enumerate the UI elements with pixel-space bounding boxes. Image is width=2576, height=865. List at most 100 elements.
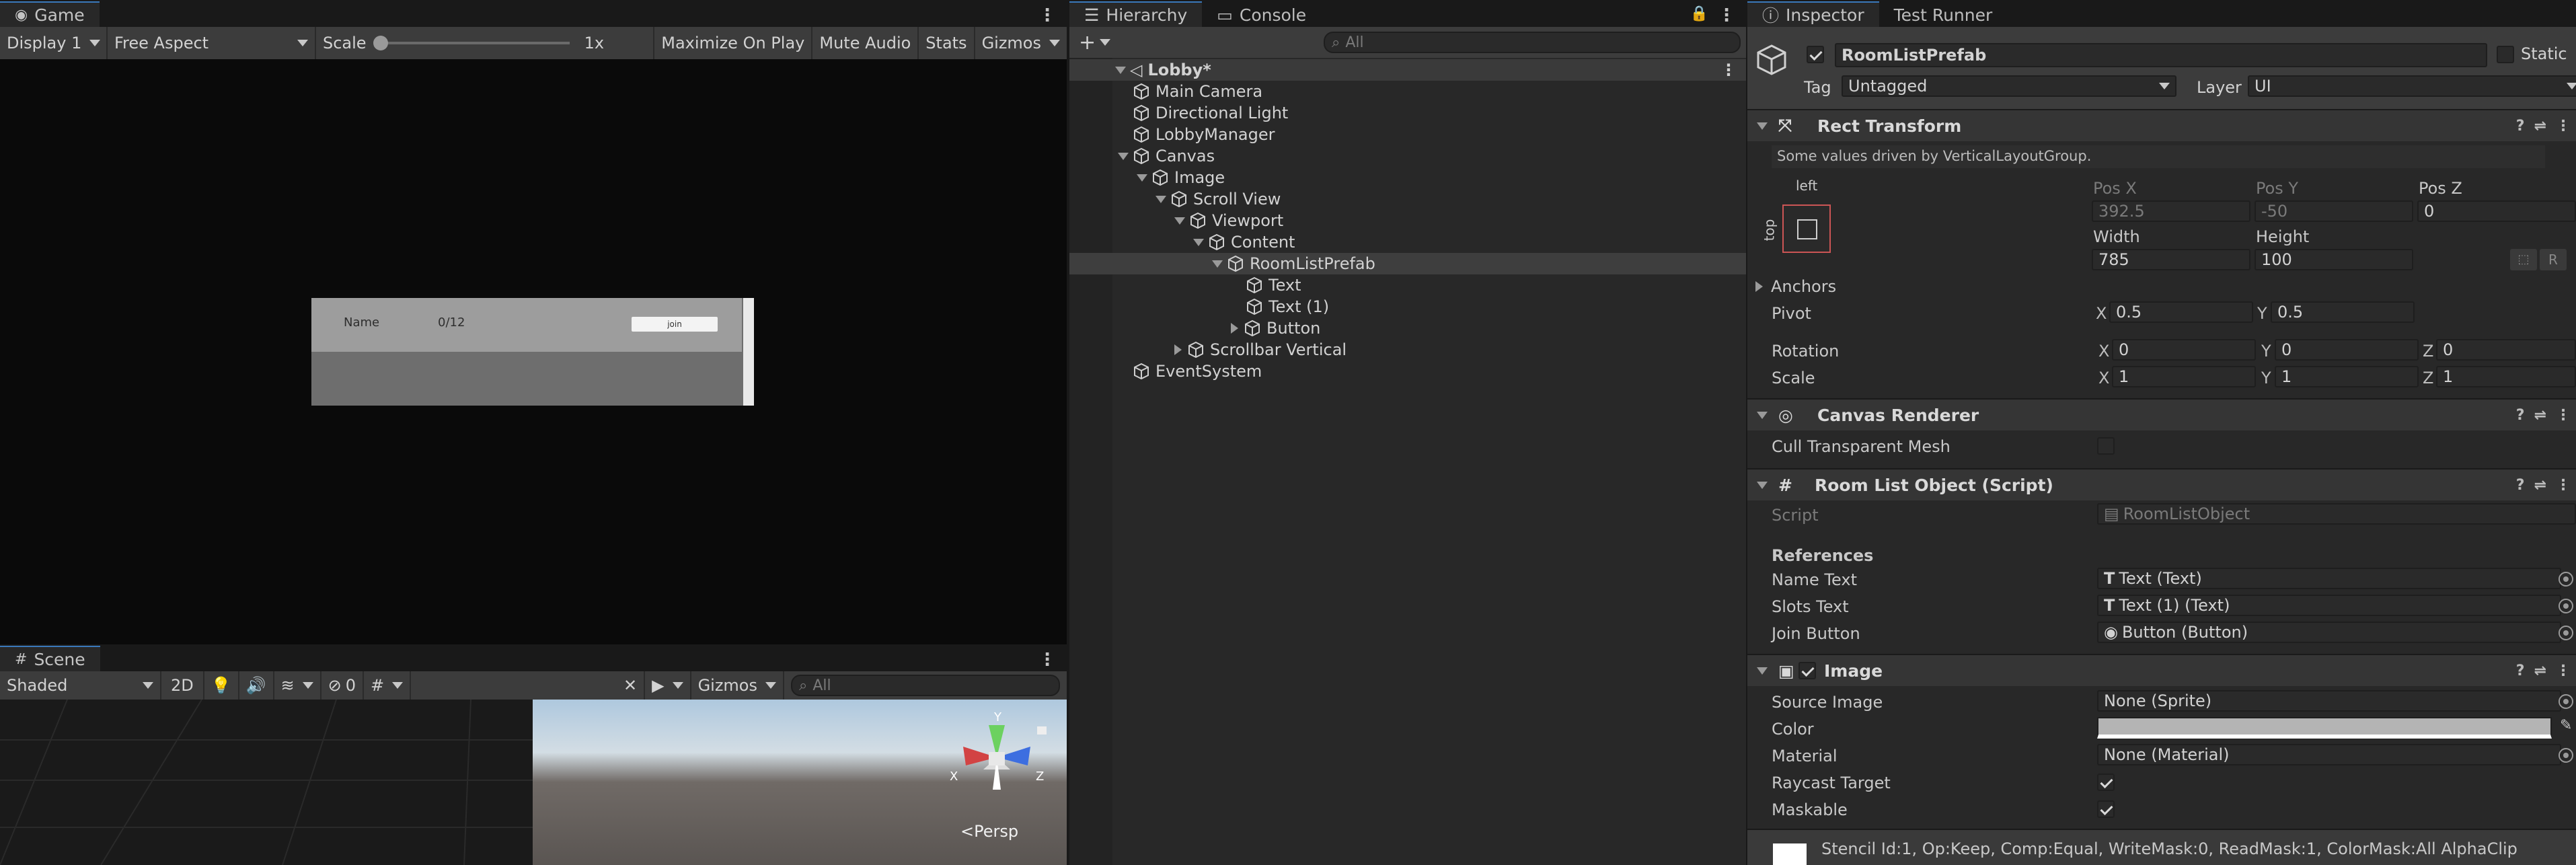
tab-test-runner[interactable]: Test Runner <box>1879 1 2008 27</box>
script-field[interactable]: ▤ RoomListObject <box>2097 503 2576 525</box>
hierarchy-row[interactable]: Main Camera <box>1069 81 1746 102</box>
material-field[interactable]: None (Material) <box>2097 744 2561 765</box>
expand-arrow-icon[interactable] <box>1212 260 1223 268</box>
game-menu-icon[interactable]: ⋮ <box>1038 5 1056 26</box>
image-header[interactable]: ▣ Image ? ⇌ ⋮ <box>1747 654 2576 686</box>
anchor-preset-button[interactable] <box>1782 204 1831 253</box>
hierarchy-row[interactable]: Content <box>1069 231 1746 253</box>
collapse-arrow-icon[interactable] <box>1757 122 1768 130</box>
grid-dropdown[interactable]: # <box>364 671 412 700</box>
effects-dropdown[interactable]: ≋ <box>274 671 321 700</box>
scale-slider-thumb[interactable] <box>373 36 388 50</box>
collapse-arrow-icon[interactable] <box>1757 481 1768 489</box>
help-icon[interactable]: ? <box>2516 118 2525 135</box>
expand-arrow-icon[interactable] <box>1193 238 1204 246</box>
expand-arrow-icon[interactable] <box>1118 152 1129 160</box>
cull-checkbox[interactable] <box>2097 437 2115 455</box>
hierarchy-row[interactable]: LobbyManager <box>1069 124 1746 145</box>
expand-arrow-icon[interactable] <box>1174 344 1182 355</box>
hierarchy-search-field[interactable]: ⌕ All <box>1324 32 1741 53</box>
hierarchy-row[interactable]: Text <box>1069 274 1746 296</box>
hierarchy-row[interactable]: Canvas <box>1069 145 1746 167</box>
room-list-scrollbar[interactable] <box>743 298 754 406</box>
expand-arrow-icon[interactable] <box>1231 323 1238 334</box>
preset-icon[interactable]: ⇌ <box>2534 477 2546 494</box>
scale-x-field[interactable]: 1 <box>2112 366 2256 387</box>
stats-toggle[interactable]: Stats <box>919 27 975 59</box>
pivot-y-field[interactable]: 0.5 <box>2271 301 2415 323</box>
component-menu-icon[interactable]: ⋮ <box>2556 663 2571 679</box>
join-button-field[interactable]: ◉ Button (Button) <box>2097 622 2561 643</box>
height-field[interactable]: 100 <box>2255 249 2413 270</box>
aspect-dropdown[interactable]: Free Aspect <box>108 27 316 59</box>
camera-dropdown[interactable]: ▶ <box>645 671 691 700</box>
scale-y-field[interactable]: 1 <box>2275 366 2419 387</box>
preset-icon[interactable]: ⇌ <box>2534 663 2546 679</box>
scene-orientation-gizmo[interactable]: Y X Z <box>936 705 1057 813</box>
maskable-checkbox[interactable] <box>2097 800 2115 818</box>
rot-x-field[interactable]: 0 <box>2112 339 2256 361</box>
hierarchy-menu-icon[interactable]: ⋮ <box>1718 5 1735 26</box>
blueprint-button[interactable]: ⬚ <box>2510 249 2537 270</box>
posz-field[interactable]: 0 <box>2417 200 2576 222</box>
hierarchy-row[interactable]: EventSystem <box>1069 361 1746 382</box>
display-dropdown[interactable]: Display 1 <box>0 27 108 59</box>
object-picker-icon[interactable] <box>2559 572 2573 587</box>
object-picker-icon[interactable] <box>2559 599 2573 613</box>
hierarchy-row[interactable]: Image <box>1069 167 1746 188</box>
scene-root-row[interactable]: ◁ Lobby* ⋮ <box>1069 59 1746 81</box>
eyedropper-icon[interactable]: ✎ <box>2560 717 2572 734</box>
pivot-x-field[interactable]: 0.5 <box>2109 301 2253 323</box>
scene-menu-icon[interactable]: ⋮ <box>1720 61 1737 79</box>
rect-transform-header[interactable]: ⤧ Rect Transform ? ⇌ ⋮ <box>1747 109 2576 141</box>
component-menu-icon[interactable]: ⋮ <box>2556 477 2571 494</box>
name-text-field[interactable]: T Text (Text) <box>2097 568 2561 589</box>
component-menu-icon[interactable]: ⋮ <box>2556 118 2571 135</box>
object-picker-icon[interactable] <box>2559 748 2573 763</box>
scale-slider-track[interactable] <box>373 36 570 50</box>
hierarchy-row[interactable]: Scroll View <box>1069 188 1746 210</box>
visibility-toggle[interactable]: ⊘ 0 <box>321 671 365 700</box>
posx-field[interactable]: 392.5 <box>2092 200 2250 222</box>
persp-label[interactable]: <Persp <box>960 822 1018 841</box>
slots-text-field[interactable]: T Text (1) (Text) <box>2097 595 2561 616</box>
collapse-arrow-icon[interactable] <box>1757 667 1768 675</box>
canvas-renderer-header[interactable]: ◎ Canvas Renderer ? ⇌ ⋮ <box>1747 398 2576 430</box>
source-image-field[interactable]: None (Sprite) <box>2097 690 2561 712</box>
tag-dropdown[interactable]: Untagged <box>1842 75 2176 97</box>
component-menu-icon[interactable]: ⋮ <box>2556 407 2571 424</box>
scale-slider[interactable]: Scale 1x <box>316 27 655 59</box>
preset-icon[interactable]: ⇌ <box>2534 118 2546 135</box>
active-checkbox[interactable] <box>1807 46 1824 63</box>
posy-field[interactable]: -50 <box>2255 200 2413 222</box>
tab-inspector[interactable]: ⓘ Inspector <box>1747 1 1879 27</box>
hierarchy-row[interactable]: Scrollbar Vertical <box>1069 339 1746 361</box>
image-enabled-checkbox[interactable] <box>1798 662 1816 679</box>
hierarchy-row[interactable]: Viewport <box>1069 210 1746 231</box>
static-checkbox[interactable] <box>2497 46 2514 63</box>
gizmos-dropdown[interactable]: Gizmos <box>975 27 1067 59</box>
layer-dropdown[interactable]: UI <box>2248 75 2576 97</box>
toggle-2d-button[interactable]: 2D <box>161 671 204 700</box>
shading-dropdown[interactable]: Shaded <box>0 671 161 700</box>
expand-arrow-icon[interactable] <box>1137 174 1147 182</box>
join-button[interactable]: join <box>632 317 718 332</box>
maximize-toggle[interactable]: Maximize On Play <box>654 27 813 59</box>
rot-z-field[interactable]: 0 <box>2436 339 2576 361</box>
rot-y-field[interactable]: 0 <box>2275 339 2419 361</box>
raycast-checkbox[interactable] <box>2097 774 2115 791</box>
tab-game[interactable]: ◉ Game <box>0 1 100 27</box>
anchors-foldout[interactable]: Anchors <box>1755 277 1836 296</box>
hierarchy-row[interactable]: RoomListPrefab <box>1069 253 1746 274</box>
scene-search-field[interactable]: ⌕ All <box>791 675 1060 696</box>
tab-hierarchy[interactable]: ☰ Hierarchy <box>1069 1 1203 27</box>
color-field[interactable] <box>2097 717 2552 739</box>
hierarchy-row[interactable]: Text (1) <box>1069 296 1746 317</box>
expand-arrow-icon[interactable] <box>1156 195 1166 203</box>
scene-menu-icon[interactable]: ⋮ <box>1038 650 1056 670</box>
hierarchy-lock-icon[interactable]: 🔒 <box>1690 5 1708 22</box>
object-picker-icon[interactable] <box>2559 626 2573 640</box>
width-field[interactable]: 785 <box>2092 249 2250 270</box>
create-dropdown[interactable]: + <box>1069 31 1120 54</box>
object-name-field[interactable]: RoomListPrefab <box>1835 43 2487 67</box>
